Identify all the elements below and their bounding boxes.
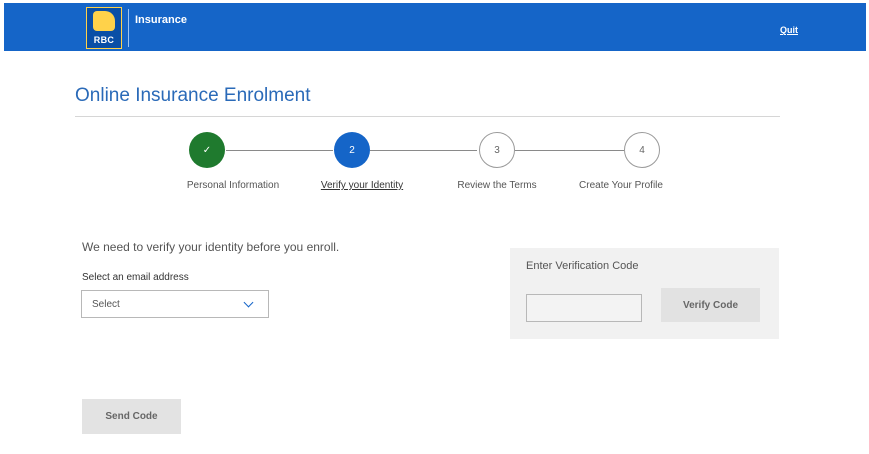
- step-1-label: Personal Information: [186, 180, 280, 191]
- verification-title: Enter Verification Code: [526, 260, 639, 272]
- step-4-label: Create Your Profile: [579, 180, 663, 191]
- step-2-label[interactable]: Verify your Identity: [321, 180, 403, 191]
- verification-panel: Enter Verification Code Verify Code: [510, 248, 779, 339]
- page-title: Online Insurance Enrolment: [75, 85, 311, 106]
- quit-link[interactable]: Quit: [780, 25, 798, 35]
- chevron-down-icon: [243, 297, 254, 308]
- stepper-connector: [515, 150, 624, 151]
- verification-code-input[interactable]: [526, 294, 642, 322]
- rbc-logo[interactable]: RBC: [86, 7, 122, 49]
- step-3-label: Review the Terms: [457, 180, 537, 191]
- brand-title: Insurance: [135, 14, 187, 26]
- step-2-circle: 2: [334, 132, 370, 168]
- step-1-complete-icon: ✓: [189, 132, 225, 168]
- stepper-connector: [226, 150, 333, 151]
- step-4-circle: 4: [624, 132, 660, 168]
- verify-code-button[interactable]: Verify Code: [661, 288, 760, 322]
- step-3-circle: 3: [479, 132, 515, 168]
- title-divider: [75, 116, 780, 117]
- send-code-button[interactable]: Send Code: [82, 399, 181, 434]
- email-select-value: Select: [92, 299, 120, 310]
- email-select-label: Select an email address: [82, 272, 189, 283]
- top-header: RBC Insurance Quit: [4, 3, 866, 51]
- lion-shield-icon: [93, 11, 115, 31]
- stepper-connector: [370, 150, 477, 151]
- verify-intro-text: We need to verify your identity before y…: [82, 240, 340, 254]
- header-divider: [128, 9, 129, 47]
- logo-text: RBC: [93, 35, 115, 45]
- email-select[interactable]: Select: [81, 290, 269, 318]
